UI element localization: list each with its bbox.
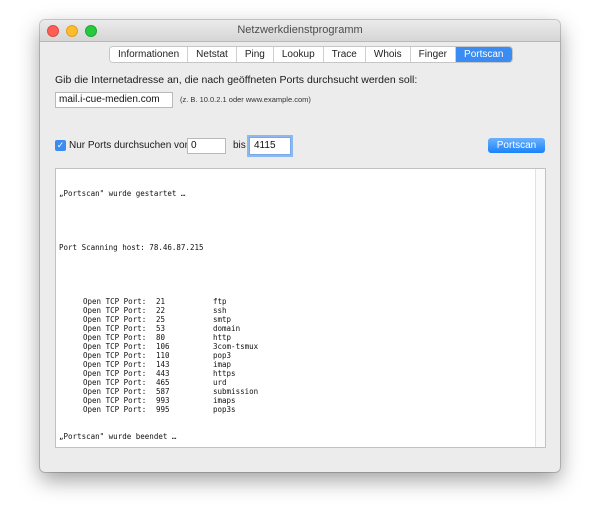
port-service: ssh: [213, 306, 227, 315]
port-prefix-label: Open TCP Port:: [83, 369, 147, 378]
tab-lookup[interactable]: Lookup: [273, 47, 324, 62]
scan-host-line: Port Scanning host: 78.46.87.215: [59, 243, 204, 252]
port-number: 465: [156, 378, 170, 387]
port-number: 443: [156, 369, 170, 378]
open-port-row: Open TCP Port: 143 imap: [59, 360, 258, 369]
tab-informationen[interactable]: Informationen: [110, 47, 189, 62]
open-port-row: Open TCP Port: 587 submission: [59, 387, 258, 396]
port-number: 21: [156, 297, 166, 306]
address-example-hint: (z. B. 10.0.2.1 oder www.example.com): [180, 95, 311, 104]
tab-finger[interactable]: Finger: [410, 47, 457, 62]
open-port-row: Open TCP Port: 443 https: [59, 369, 258, 378]
portscan-button[interactable]: Portscan: [488, 138, 545, 153]
port-prefix-label: Open TCP Port:: [83, 315, 147, 324]
port-prefix-label: Open TCP Port:: [83, 396, 147, 405]
open-port-row: Open TCP Port: 22 ssh: [59, 306, 258, 315]
tab-ping[interactable]: Ping: [236, 47, 274, 62]
port-to-label: bis: [233, 140, 246, 151]
tab-whois[interactable]: Whois: [365, 47, 411, 62]
port-service: submission: [213, 387, 259, 396]
port-number: 80: [156, 333, 166, 342]
port-number: 106: [156, 342, 170, 351]
scan-finished-line: „Portscan" wurde beendet …: [59, 432, 177, 441]
port-number: 993: [156, 396, 170, 405]
tab-bar: Informationen Netstat Ping Lookup Trace …: [109, 46, 513, 63]
open-port-row: Open TCP Port: 25 smtp: [59, 315, 258, 324]
port-service: urd: [213, 378, 227, 387]
output-scrollbar[interactable]: [535, 169, 545, 447]
port-service: https: [213, 369, 236, 378]
port-service: 3com-tsmux: [213, 342, 259, 351]
tab-trace[interactable]: Trace: [323, 47, 366, 62]
port-number: 25: [156, 315, 166, 324]
open-port-row: Open TCP Port: 21 ftp: [59, 297, 258, 306]
port-prefix-label: Open TCP Port:: [83, 351, 147, 360]
port-range-label: Nur Ports durchsuchen von: [69, 140, 191, 151]
port-prefix-label: Open TCP Port:: [83, 360, 147, 369]
title-bar[interactable]: Netzwerkdienstprogramm: [40, 20, 560, 42]
port-service: http: [213, 333, 232, 342]
port-prefix-label: Open TCP Port:: [83, 342, 147, 351]
open-port-row: Open TCP Port: 53 domain: [59, 324, 258, 333]
port-number: 143: [156, 360, 170, 369]
open-port-row: Open TCP Port: 106 3com-tsmux: [59, 342, 258, 351]
open-ports-list: Open TCP Port: 21 ftp Open TCP Port: 22 ssh Op…: [59, 297, 258, 414]
port-prefix-label: Open TCP Port:: [83, 333, 147, 342]
port-number: 995: [156, 405, 170, 414]
port-range-checkbox[interactable]: ✓: [55, 140, 66, 151]
port-service: smtp: [213, 315, 232, 324]
port-service: imaps: [213, 396, 236, 405]
scan-output-text: „Portscan" wurde gestartet … Port Scanni…: [59, 171, 258, 459]
port-prefix-label: Open TCP Port:: [83, 324, 147, 333]
port-prefix-label: Open TCP Port:: [83, 387, 147, 396]
port-number: 53: [156, 324, 166, 333]
port-prefix-label: Open TCP Port:: [83, 405, 147, 414]
scan-output-area[interactable]: „Portscan" wurde gestartet … Port Scanni…: [55, 168, 546, 448]
tab-portscan[interactable]: Portscan: [456, 47, 512, 62]
port-to-input[interactable]: 4115: [249, 137, 291, 155]
port-number: 587: [156, 387, 170, 396]
port-from-input[interactable]: 0: [187, 138, 226, 154]
port-service: pop3: [213, 351, 232, 360]
port-service: imap: [213, 360, 232, 369]
host-address-input[interactable]: mail.i-cue-medien.com: [55, 92, 173, 108]
port-service: domain: [213, 324, 241, 333]
port-prefix-label: Open TCP Port:: [83, 306, 147, 315]
port-service: ftp: [213, 297, 227, 306]
open-port-row: Open TCP Port: 110 pop3: [59, 351, 258, 360]
open-port-row: Open TCP Port: 995 pop3s: [59, 405, 258, 414]
port-number: 110: [156, 351, 170, 360]
address-prompt-label: Gib die Internetadresse an, die nach geö…: [55, 74, 418, 86]
open-port-row: Open TCP Port: 80 http: [59, 333, 258, 342]
open-port-row: Open TCP Port: 465 urd: [59, 378, 258, 387]
window-title: Netzwerkdienstprogramm: [237, 24, 363, 36]
port-service: pop3s: [213, 405, 236, 414]
checkmark-icon: ✓: [56, 140, 65, 150]
tab-netstat[interactable]: Netstat: [188, 47, 237, 62]
open-port-row: Open TCP Port: 993 imaps: [59, 396, 258, 405]
port-prefix-label: Open TCP Port:: [83, 297, 147, 306]
network-utility-window: Netzwerkdienstprogramm Informationen Net…: [40, 20, 560, 472]
scan-started-line: „Portscan" wurde gestartet …: [59, 189, 186, 198]
port-prefix-label: Open TCP Port:: [83, 378, 147, 387]
port-number: 22: [156, 306, 166, 315]
